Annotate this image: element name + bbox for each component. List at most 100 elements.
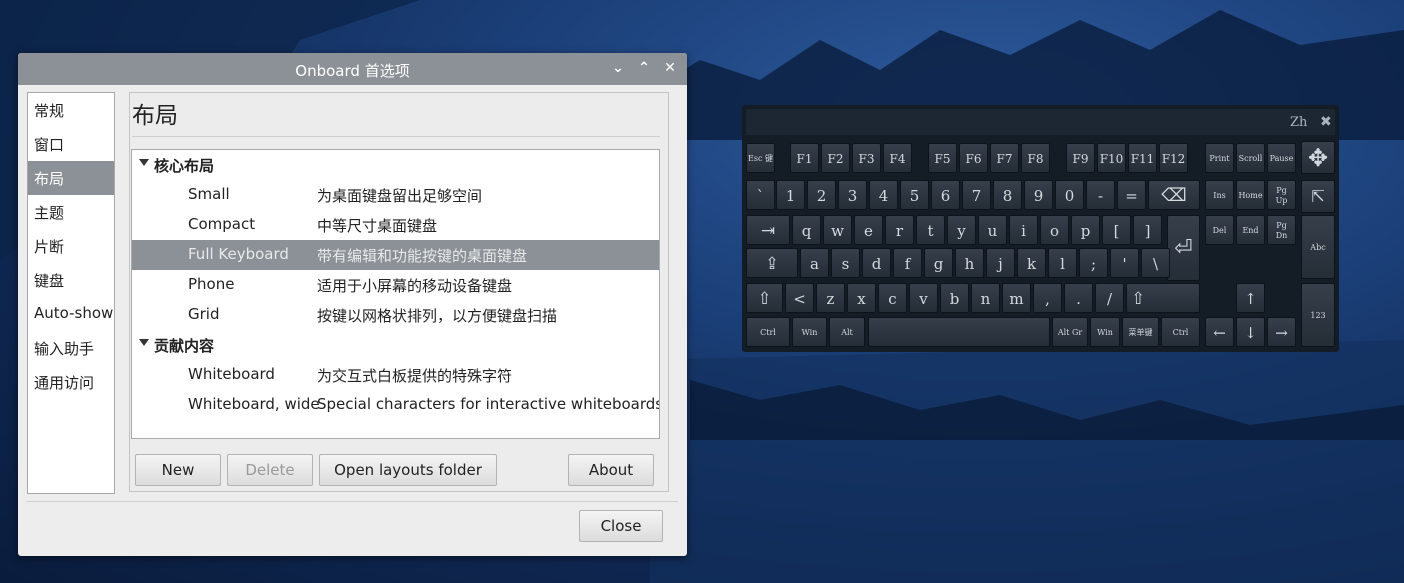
move-icon[interactable]: ✥ [1301,141,1335,174]
key-backtick[interactable]: ` [746,180,775,210]
key-pause[interactable]: Pause [1267,143,1296,173]
key-right-bracket[interactable]: ] [1133,215,1162,245]
key-3[interactable]: 3 [838,180,867,210]
layout-row-compact[interactable]: Compact 中等尺寸桌面键盘 [132,210,659,240]
key-1[interactable]: 1 [776,180,805,210]
expander-down-icon[interactable] [139,339,149,346]
key-f5[interactable]: F5 [928,143,957,173]
key-win-left[interactable]: Win [792,317,827,347]
key-page-down[interactable]: Pg Dn [1267,215,1296,245]
key-f3[interactable]: F3 [852,143,881,173]
key-9[interactable]: 9 [1024,180,1053,210]
maximize-button[interactable]: ⌃ [635,59,653,77]
keyboard-top-bar[interactable]: Zh ✖ [746,109,1335,135]
key-period[interactable]: . [1064,283,1093,313]
key-f2[interactable]: F2 [821,143,850,173]
key-v[interactable]: v [909,283,938,313]
key-slash[interactable]: / [1095,283,1124,313]
shift-left-icon[interactable]: ⇧ [746,283,783,313]
key-r[interactable]: r [885,215,914,245]
key-f4[interactable]: F4 [883,143,912,173]
key-b[interactable]: b [940,283,969,313]
layout-row-small[interactable]: Small 为桌面键盘留出足够空间 [132,180,659,210]
key-end[interactable]: End [1236,215,1265,245]
key-less-than[interactable]: < [785,283,814,313]
key-f1[interactable]: F1 [790,143,819,173]
sidebar-item-word-suggestions[interactable]: 输入助手 [28,331,114,365]
close-button[interactable]: Close [579,510,663,542]
key-equals[interactable]: = [1117,180,1146,210]
key-o[interactable]: o [1040,215,1069,245]
key-alt-gr[interactable]: Alt Gr [1052,317,1088,347]
key-page-up[interactable]: Pg Up [1267,180,1296,210]
key-f7[interactable]: F7 [990,143,1019,173]
sidebar-item-theme[interactable]: 主题 [28,195,114,229]
key-n[interactable]: n [971,283,1000,313]
key-f9[interactable]: F9 [1066,143,1095,173]
key-j[interactable]: j [986,248,1015,278]
layout-row-whiteboard[interactable]: Whiteboard 为交互式白板提供的特殊字符 [132,360,659,390]
layout-row-full-keyboard[interactable]: Full Keyboard 带有编辑和功能按键的桌面键盘 [132,240,659,270]
key-ctrl-right[interactable]: Ctrl [1161,317,1200,347]
key-h[interactable]: h [955,248,984,278]
arrow-left-icon[interactable]: ← [1205,317,1234,347]
key-2[interactable]: 2 [807,180,836,210]
close-window-button[interactable]: ✕ [661,59,679,77]
key-4[interactable]: 4 [869,180,898,210]
shift-right-icon[interactable]: ⇧ [1126,283,1200,313]
enter-icon[interactable]: ⏎ [1167,215,1200,281]
key-f8[interactable]: F8 [1021,143,1050,173]
arrow-right-icon[interactable]: → [1267,317,1296,347]
key-x[interactable]: x [847,283,876,313]
key-i[interactable]: i [1009,215,1038,245]
tab-icon[interactable]: ⇥ [746,215,790,245]
key-k[interactable]: k [1017,248,1046,278]
key-q[interactable]: q [792,215,821,245]
key-comma[interactable]: , [1033,283,1062,313]
key-a[interactable]: a [800,248,829,278]
about-button[interactable]: About [568,454,654,486]
key-backslash[interactable]: \ [1141,248,1170,278]
key-minus[interactable]: - [1086,180,1115,210]
layout-row-phone[interactable]: Phone 适用于小屏幕的移动设备键盘 [132,270,659,300]
key-7[interactable]: 7 [962,180,991,210]
key-ctrl-left[interactable]: Ctrl [746,317,790,347]
key-m[interactable]: m [1002,283,1031,313]
key-f10[interactable]: F10 [1097,143,1126,173]
key-c[interactable]: c [878,283,907,313]
language-button[interactable]: Zh [1290,115,1307,130]
group-contributions[interactable]: 贡献内容 [132,330,659,360]
key-abc[interactable]: Abc [1301,215,1335,279]
sidebar-item-keyboard[interactable]: 键盘 [28,263,114,297]
key-l[interactable]: l [1048,248,1077,278]
sidebar-item-accessibility[interactable]: 通用访问 [28,365,114,399]
key-esc[interactable]: Esc 键 [746,143,775,173]
key-p[interactable]: p [1071,215,1100,245]
key-menu[interactable]: 菜单键 [1122,317,1159,347]
key-u[interactable]: u [978,215,1007,245]
key-0[interactable]: 0 [1055,180,1084,210]
group-core-layouts[interactable]: 核心布局 [132,150,659,180]
key-8[interactable]: 8 [993,180,1022,210]
key-5[interactable]: 5 [900,180,929,210]
key-w[interactable]: w [823,215,852,245]
key-home[interactable]: Home [1236,180,1265,210]
key-win-right[interactable]: Win [1090,317,1120,347]
key-left-bracket[interactable]: [ [1102,215,1131,245]
sidebar-item-auto-show[interactable]: Auto-show [28,297,114,331]
backspace-icon[interactable]: ⌫ [1148,180,1200,210]
sidebar-item-layout[interactable]: 布局 [28,161,114,195]
key-e[interactable]: e [854,215,883,245]
key-scroll[interactable]: Scroll [1236,143,1265,173]
sidebar-item-general[interactable]: 常规 [28,93,114,127]
key-y[interactable]: y [947,215,976,245]
key-space[interactable] [868,317,1050,347]
key-f12[interactable]: F12 [1159,143,1188,173]
key-s[interactable]: s [831,248,860,278]
key-alt-left[interactable]: Alt [829,317,865,347]
delete-layout-button[interactable]: Delete [227,454,313,486]
key-6[interactable]: 6 [931,180,960,210]
key-print[interactable]: Print [1205,143,1234,173]
layout-row-grid[interactable]: Grid 按键以网格状排列，以方便键盘扫描 [132,300,659,330]
key-f11[interactable]: F11 [1128,143,1157,173]
